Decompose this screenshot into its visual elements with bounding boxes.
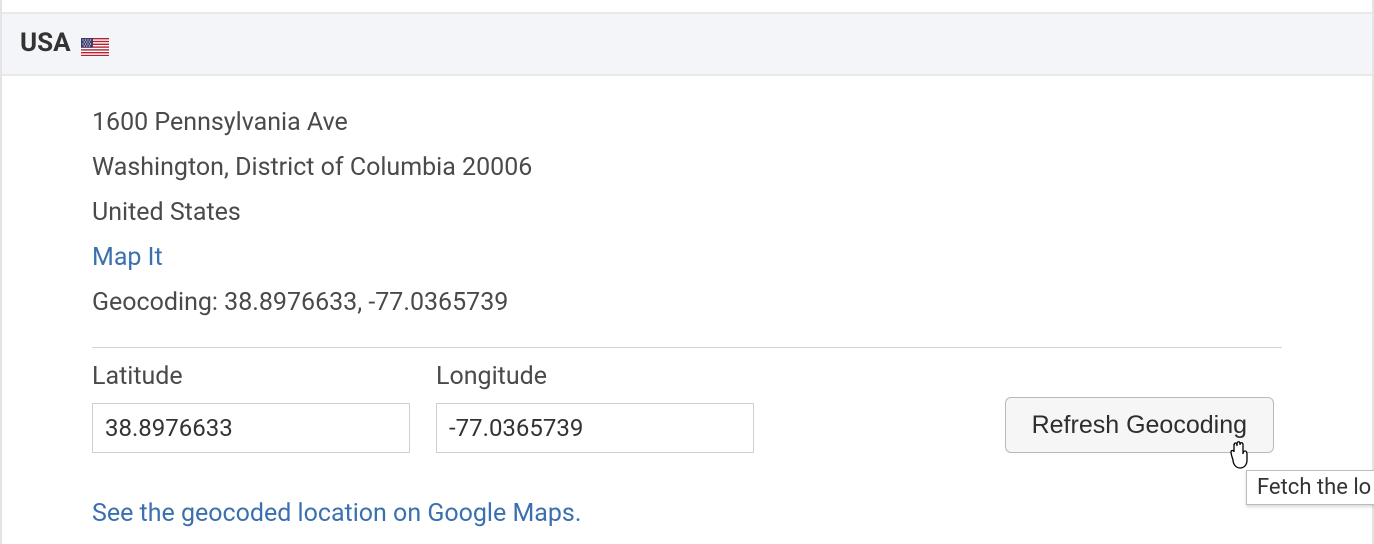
address-line-1: 1600 Pennsylvania Ave bbox=[92, 100, 1282, 145]
longitude-input[interactable] bbox=[436, 403, 754, 453]
address-line-2: Washington, District of Columbia 20006 bbox=[92, 145, 1282, 190]
flag-icon bbox=[81, 34, 109, 52]
country-header: USA bbox=[2, 14, 1372, 76]
geocoding-label-prefix: Geocoding: bbox=[92, 288, 224, 317]
latitude-label: Latitude bbox=[92, 362, 410, 391]
latlon-row: Latitude Longitude Refresh Geocoding bbox=[92, 362, 1282, 453]
see-on-google-maps-link[interactable]: See the geocoded location on Google Maps… bbox=[92, 499, 581, 528]
country-label: USA bbox=[20, 28, 71, 58]
refresh-geocoding-button[interactable]: Refresh Geocoding bbox=[1005, 397, 1274, 453]
map-it-link[interactable]: Map It bbox=[92, 243, 163, 272]
geocoding-display: Geocoding: 38.8976633, -77.0365739 bbox=[92, 280, 1282, 325]
tooltip: Fetch the lo bbox=[1246, 470, 1374, 505]
address-line-3: United States bbox=[92, 190, 1282, 235]
latitude-input[interactable] bbox=[92, 403, 410, 453]
geocoding-value: 38.8976633, -77.0365739 bbox=[224, 288, 508, 317]
longitude-label: Longitude bbox=[436, 362, 754, 391]
top-divider bbox=[2, 0, 1372, 14]
divider bbox=[92, 347, 1282, 348]
content-panel: 1600 Pennsylvania Ave Washington, Distri… bbox=[2, 76, 1372, 544]
